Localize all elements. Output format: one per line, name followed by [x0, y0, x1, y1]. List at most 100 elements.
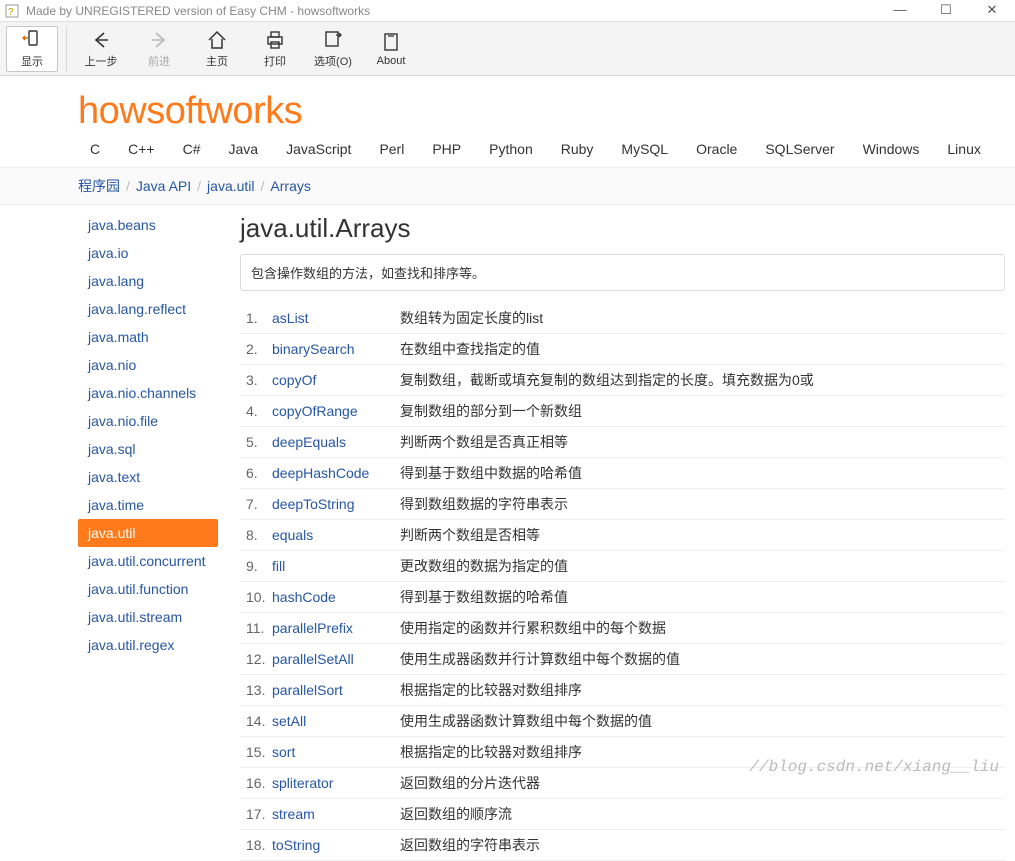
- method-row: 1.asList数组转为固定长度的list: [240, 303, 1005, 334]
- sidebar-item[interactable]: java.io: [78, 239, 218, 267]
- sidebar-item[interactable]: java.util.function: [78, 575, 218, 603]
- toolbar-label: 显示: [21, 53, 43, 69]
- options-icon: [322, 29, 344, 51]
- sidebar-item[interactable]: java.time: [78, 491, 218, 519]
- method-name[interactable]: parallelSort: [272, 682, 400, 698]
- method-row: 14.setAll使用生成器函数计算数组中每个数据的值: [240, 706, 1005, 737]
- method-name[interactable]: fill: [272, 558, 400, 574]
- topnav-item[interactable]: Oracle: [696, 141, 737, 157]
- topnav-item[interactable]: SQLServer: [765, 141, 834, 157]
- svg-text:?: ?: [8, 7, 14, 18]
- method-row: 4.copyOfRange复制数组的部分到一个新数组: [240, 396, 1005, 427]
- sidebar-item[interactable]: java.nio.file: [78, 407, 218, 435]
- sidebar-item[interactable]: java.math: [78, 323, 218, 351]
- method-list: 1.asList数组转为固定长度的list2.binarySearch在数组中查…: [240, 303, 1005, 861]
- sidebar-item[interactable]: java.nio: [78, 351, 218, 379]
- method-name[interactable]: parallelSetAll: [272, 651, 400, 667]
- method-name[interactable]: spliterator: [272, 775, 400, 791]
- method-desc: 判断两个数组是否真正相等: [400, 432, 1005, 452]
- method-name[interactable]: hashCode: [272, 589, 400, 605]
- sidebar-item[interactable]: java.sql: [78, 435, 218, 463]
- topnav-item[interactable]: MySQL: [621, 141, 668, 157]
- breadcrumb-item[interactable]: java.util: [207, 178, 254, 194]
- toolbar-label: 主页: [206, 53, 228, 69]
- method-number: 1.: [240, 310, 272, 326]
- toolbar-label: 前进: [148, 53, 170, 69]
- sidebar-item[interactable]: java.lang: [78, 267, 218, 295]
- topnav-item[interactable]: Java: [229, 141, 259, 157]
- method-name[interactable]: equals: [272, 527, 400, 543]
- breadcrumb: 程序园/Java API/java.util/Arrays: [0, 167, 1015, 205]
- topnav-item[interactable]: Ruby: [561, 141, 594, 157]
- topnav-item[interactable]: C++: [128, 141, 154, 157]
- sidebar-item[interactable]: java.lang.reflect: [78, 295, 218, 323]
- method-name[interactable]: setAll: [272, 713, 400, 729]
- toolbar-about-button[interactable]: About: [365, 29, 417, 69]
- method-desc: 数组转为固定长度的list: [400, 308, 1005, 328]
- sidebar-item[interactable]: java.util.concurrent: [78, 547, 218, 575]
- sidebar-item[interactable]: java.util: [78, 519, 218, 547]
- method-name[interactable]: sort: [272, 744, 400, 760]
- toolbar-home-button[interactable]: 主页: [191, 27, 243, 71]
- breadcrumb-item[interactable]: Java API: [136, 178, 191, 194]
- method-row: 6.deepHashCode得到基于数组中数据的哈希值: [240, 458, 1005, 489]
- sidebar-item[interactable]: java.text: [78, 463, 218, 491]
- method-row: 13.parallelSort根据指定的比较器对数组排序: [240, 675, 1005, 706]
- window-controls: — ☐ ✕: [877, 0, 1015, 22]
- method-desc: 根据指定的比较器对数组排序: [400, 680, 1005, 700]
- toolbar-opts-button[interactable]: 选项(O): [307, 27, 359, 71]
- method-name[interactable]: copyOf: [272, 372, 400, 388]
- toolbar-label: About: [377, 55, 406, 67]
- toolbar-separator: [66, 26, 67, 72]
- method-number: 12.: [240, 651, 272, 667]
- sidebar: java.beansjava.iojava.langjava.lang.refl…: [0, 211, 218, 861]
- maximize-button[interactable]: ☐: [923, 0, 969, 22]
- method-name[interactable]: deepHashCode: [272, 465, 400, 481]
- topnav-item[interactable]: JavaScript: [286, 141, 351, 157]
- method-desc: 使用生成器函数计算数组中每个数据的值: [400, 711, 1005, 731]
- method-desc: 得到数组数据的字符串表示: [400, 494, 1005, 514]
- close-button[interactable]: ✕: [969, 0, 1015, 22]
- method-name[interactable]: binarySearch: [272, 341, 400, 357]
- toolbar-back-button[interactable]: 上一步: [75, 27, 127, 71]
- sidebar-item[interactable]: java.util.stream: [78, 603, 218, 631]
- toolbar: 显示 上一步前进 主页 打印选项(O) About: [0, 22, 1015, 76]
- topnav-item[interactable]: Python: [489, 141, 533, 157]
- method-number: 7.: [240, 496, 272, 512]
- app-icon: ?: [4, 3, 20, 19]
- method-name[interactable]: parallelPrefix: [272, 620, 400, 636]
- topnav-item[interactable]: Perl: [379, 141, 404, 157]
- logo: howsoftworks: [0, 90, 1015, 133]
- method-number: 6.: [240, 465, 272, 481]
- method-desc: 使用指定的函数并行累积数组中的每个数据: [400, 618, 1005, 638]
- method-name[interactable]: deepEquals: [272, 434, 400, 450]
- sidebar-item[interactable]: java.beans: [78, 211, 218, 239]
- topnav-item[interactable]: Linux: [947, 141, 980, 157]
- method-row: 7.deepToString得到数组数据的字符串表示: [240, 489, 1005, 520]
- method-name[interactable]: stream: [272, 806, 400, 822]
- toolbar-label: 选项(O): [314, 53, 352, 69]
- toolbar-show-button[interactable]: 显示: [6, 26, 58, 72]
- method-row: 17.stream返回数组的顺序流: [240, 799, 1005, 830]
- topnav-item[interactable]: PHP: [432, 141, 461, 157]
- top-nav: C C++ C# Java JavaScript Perl PHP Python Ruby MyS…: [0, 141, 1015, 157]
- breadcrumb-sep: /: [261, 178, 265, 194]
- method-number: 15.: [240, 744, 272, 760]
- method-desc: 得到基于数组数据的哈希值: [400, 587, 1005, 607]
- method-row: 3.copyOf复制数组，截断或填充复制的数组达到指定的长度。填充数据为0或: [240, 365, 1005, 396]
- breadcrumb-item[interactable]: 程序园: [78, 178, 120, 194]
- breadcrumb-item[interactable]: Arrays: [270, 178, 310, 194]
- topnav-item[interactable]: C#: [183, 141, 201, 157]
- method-name[interactable]: toString: [272, 837, 400, 853]
- topnav-item[interactable]: C: [90, 141, 100, 157]
- topnav-item[interactable]: Windows: [863, 141, 920, 157]
- method-name[interactable]: asList: [272, 310, 400, 326]
- sidebar-item[interactable]: java.util.regex: [78, 631, 218, 659]
- method-row: 18.toString返回数组的字符串表示: [240, 830, 1005, 861]
- sidebar-item[interactable]: java.nio.channels: [78, 379, 218, 407]
- minimize-button[interactable]: —: [877, 0, 923, 22]
- method-name[interactable]: copyOfRange: [272, 403, 400, 419]
- toolbar-print-button[interactable]: 打印: [249, 27, 301, 71]
- method-desc: 返回数组的字符串表示: [400, 835, 1005, 855]
- method-name[interactable]: deepToString: [272, 496, 400, 512]
